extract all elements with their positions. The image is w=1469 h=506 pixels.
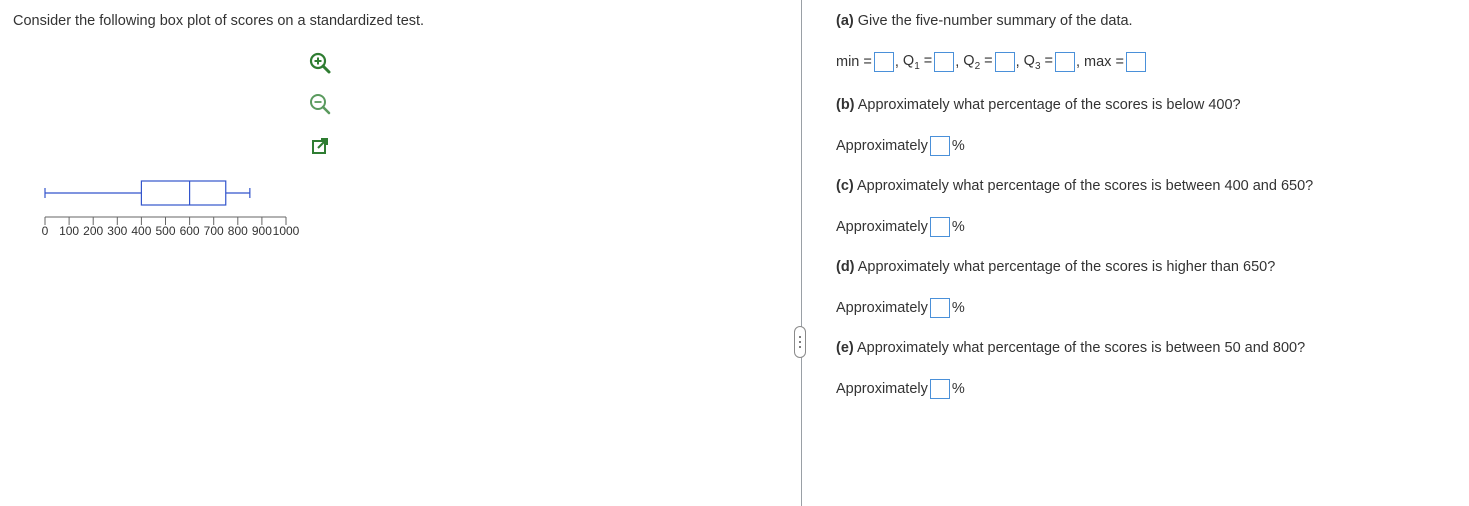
popout-button[interactable]: [305, 131, 335, 161]
question-e: (e) Approximately what percentage of the…: [836, 340, 1305, 356]
axis-tick-label: 600: [180, 224, 200, 238]
answer-b-unit: %: [951, 138, 965, 154]
question-prompt: Consider the following box plot of score…: [13, 13, 425, 29]
axis-tick-label: 700: [204, 224, 224, 238]
max-label: max =: [1084, 54, 1124, 70]
q1-label: Q1 =: [902, 52, 933, 72]
answer-d-input[interactable]: [929, 298, 950, 318]
min-input[interactable]: [873, 52, 894, 72]
handle-dot: [799, 336, 801, 338]
question-c: (c) Approximately what percentage of the…: [836, 178, 1313, 194]
zoom-in-button[interactable]: [305, 48, 335, 78]
axis-tick-label: 0: [42, 224, 49, 238]
answer-c-prefix: Approximately: [836, 219, 928, 235]
max-input[interactable]: [1125, 52, 1146, 72]
comma: ,: [955, 54, 960, 70]
question-b-text: Approximately what percentage of the sco…: [857, 97, 1241, 113]
question-a: (a) Give the five-number summary of the …: [836, 13, 1133, 29]
question-a-text: Give the five-number summary of the data…: [857, 13, 1133, 29]
question-e-text: Approximately what percentage of the sco…: [856, 340, 1306, 356]
q3-label: Q3 =: [1023, 52, 1053, 72]
zoom-out-icon: [310, 94, 331, 115]
answer-c-input[interactable]: [929, 217, 950, 237]
question-d: (d) Approximately what percentage of the…: [836, 259, 1275, 275]
zoom-out-button[interactable]: [305, 89, 335, 119]
comma: ,: [894, 54, 899, 70]
axis-tick-label: 200: [83, 224, 103, 238]
answer-c-row: Approximately %: [836, 217, 965, 237]
handle-dot: [799, 346, 801, 348]
q2-input[interactable]: [994, 52, 1015, 72]
zoom-in-icon: [306, 49, 334, 77]
question-a-prefix: (a): [836, 13, 854, 29]
panel-divider: [801, 0, 802, 506]
answer-b-input[interactable]: [929, 136, 950, 156]
answer-b-row: Approximately %: [836, 136, 965, 156]
question-d-text: Approximately what percentage of the sco…: [857, 259, 1276, 275]
iqr-box: [140, 180, 227, 206]
comma: ,: [1015, 54, 1020, 70]
answer-e-unit: %: [951, 381, 965, 397]
answer-c-unit: %: [951, 219, 965, 235]
popout-icon: [312, 138, 328, 154]
question-b-prefix: (b): [836, 97, 855, 113]
axis-tick-label: 800: [228, 224, 248, 238]
answer-e-prefix: Approximately: [836, 381, 928, 397]
question-b: (b) Approximately what percentage of the…: [836, 97, 1241, 113]
axis-tick-label: 100: [59, 224, 79, 238]
answer-d-prefix: Approximately: [836, 300, 928, 316]
question-c-text: Approximately what percentage of the sco…: [856, 178, 1314, 194]
answer-d-unit: %: [951, 300, 965, 316]
question-d-prefix: (d): [836, 259, 855, 275]
answer-e-input[interactable]: [929, 379, 950, 399]
answer-b-prefix: Approximately: [836, 138, 928, 154]
comma: ,: [1076, 54, 1081, 70]
axis-tick-label: 500: [155, 224, 175, 238]
handle-dot: [799, 341, 801, 343]
answer-e-row: Approximately %: [836, 379, 965, 399]
axis-tick-label: 900: [252, 224, 272, 238]
five-number-summary-row: min = , Q1 = , Q2 = , Q3 = , max =: [836, 52, 1146, 72]
q3-input[interactable]: [1055, 52, 1075, 72]
panel-resize-handle[interactable]: [794, 326, 806, 358]
question-c-prefix: (c): [836, 178, 854, 194]
box-plot: 0 100 200 300 400 500 600 700 800 900 1000: [42, 180, 300, 238]
axis-tick-label: 1000: [273, 224, 300, 238]
min-label: min =: [836, 54, 872, 70]
q1-input[interactable]: [934, 52, 955, 72]
axis-tick-label: 300: [107, 224, 127, 238]
answer-d-row: Approximately %: [836, 298, 965, 318]
axis-tick-label: 400: [131, 224, 151, 238]
question-e-prefix: (e): [836, 340, 854, 356]
q2-label: Q2 =: [963, 52, 993, 72]
